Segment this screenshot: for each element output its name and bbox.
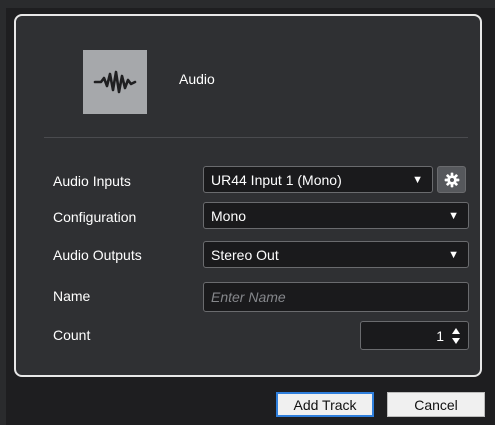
- gear-icon: [444, 172, 459, 187]
- configuration-value: Mono: [211, 208, 247, 224]
- window-top-strip: [0, 0, 495, 8]
- count-value: 1: [436, 328, 444, 344]
- count-label: Count: [53, 327, 91, 343]
- chevron-down-icon: ▼: [448, 210, 459, 222]
- audio-outputs-dropdown[interactable]: Stereo Out ▼: [203, 241, 469, 268]
- chevron-down-icon: ▼: [412, 174, 423, 186]
- name-input[interactable]: [203, 282, 469, 312]
- count-stepper[interactable]: 1: [360, 321, 469, 350]
- audio-inputs-value: UR44 Input 1 (Mono): [211, 172, 342, 188]
- chevron-down-icon: ▼: [448, 249, 459, 261]
- audio-inputs-settings-button[interactable]: [437, 166, 466, 193]
- audio-inputs-dropdown[interactable]: UR44 Input 1 (Mono) ▼: [203, 166, 433, 193]
- audio-outputs-label: Audio Outputs: [53, 247, 142, 263]
- track-type-label: Audio: [179, 71, 215, 87]
- divider: [44, 137, 468, 138]
- audio-inputs-label: Audio Inputs: [53, 173, 131, 189]
- audio-outputs-value: Stereo Out: [211, 247, 279, 263]
- configuration-dropdown[interactable]: Mono ▼: [203, 202, 469, 229]
- cancel-button[interactable]: Cancel: [387, 392, 485, 417]
- add-track-panel: Audio Audio Inputs UR44 Input 1 (Mono) ▼…: [14, 14, 482, 377]
- audio-waveform-icon: [83, 50, 147, 114]
- stepper-arrows-icon[interactable]: [451, 326, 461, 346]
- waveform-graphic: [93, 70, 137, 94]
- name-label: Name: [53, 288, 91, 304]
- add-track-button[interactable]: Add Track: [276, 392, 374, 417]
- configuration-label: Configuration: [53, 209, 137, 225]
- window-left-edge: [0, 0, 6, 425]
